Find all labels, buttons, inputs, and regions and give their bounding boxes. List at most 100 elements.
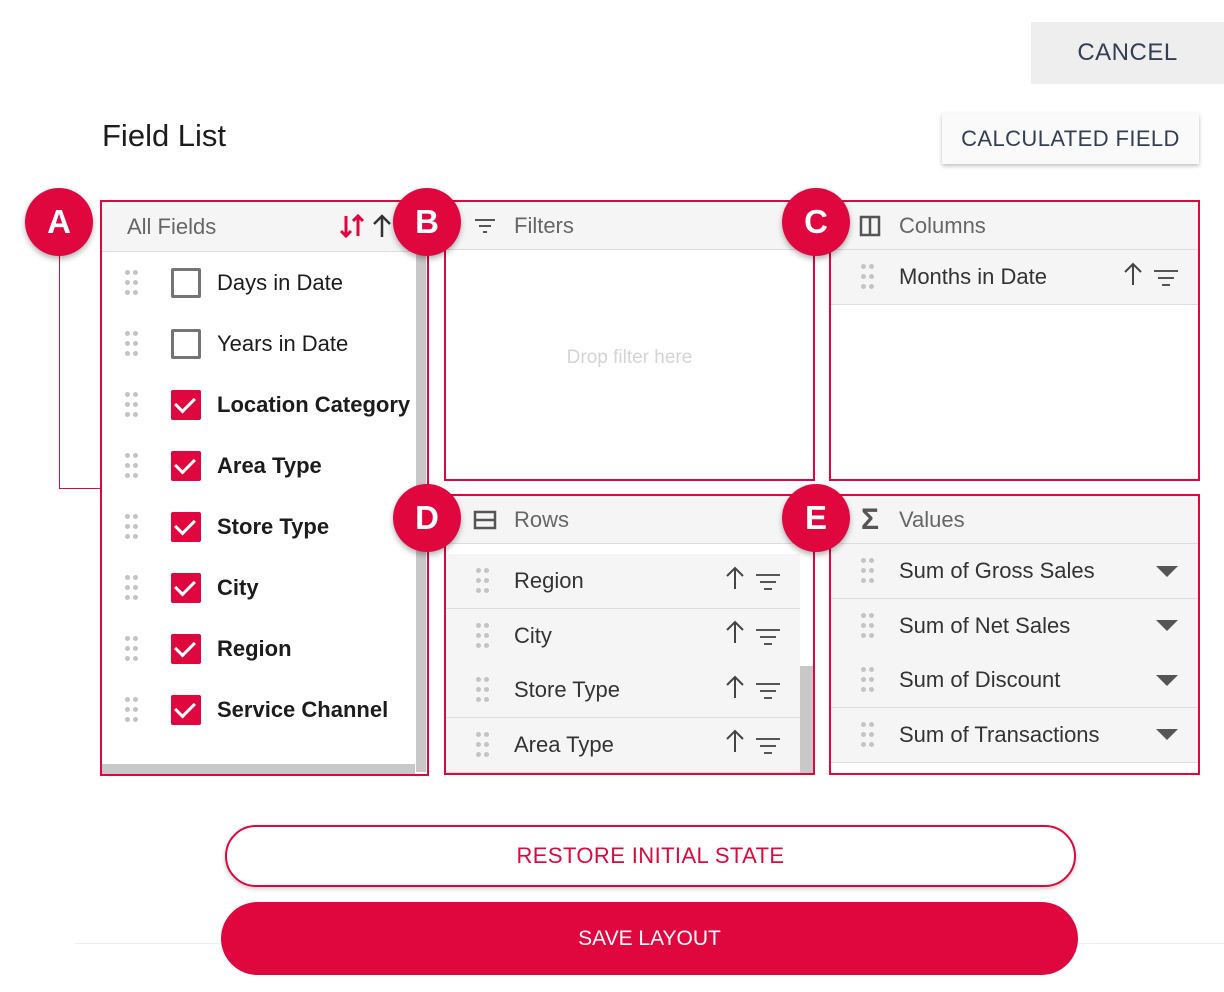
sort-ascending-icon[interactable] xyxy=(724,565,746,598)
drag-handle-icon[interactable] xyxy=(861,612,875,639)
columns-panel[interactable]: Columns Months in Date xyxy=(829,200,1200,481)
rows-title: Rows xyxy=(514,506,570,532)
field-list-item[interactable]: Service Channel xyxy=(102,679,415,740)
filter-icon[interactable] xyxy=(756,627,780,645)
filters-title: Filters xyxy=(514,212,574,238)
field-list-item[interactable]: Days in Date xyxy=(102,252,415,313)
field-checkbox[interactable] xyxy=(171,694,201,725)
filters-drop-hint: Drop filter here xyxy=(566,347,693,368)
field-checkbox[interactable] xyxy=(171,511,201,542)
filter-icon[interactable] xyxy=(756,736,780,754)
dropdown-caret-icon[interactable] xyxy=(1156,620,1178,631)
row-pill[interactable]: Region xyxy=(446,554,800,609)
badge-connector xyxy=(59,256,102,489)
all-fields-panel: All Fields Days in Date Years in Date Loca… xyxy=(100,200,429,776)
row-pill-label: City xyxy=(514,622,552,648)
field-label: City xyxy=(217,574,259,600)
drag-handle-icon[interactable] xyxy=(125,635,139,662)
badge-e: E xyxy=(782,484,850,552)
filters-header: Filters xyxy=(446,202,813,250)
sort-ascending-icon[interactable] xyxy=(1122,261,1144,294)
field-checkbox[interactable] xyxy=(171,633,201,664)
field-checkbox[interactable] xyxy=(171,572,201,603)
sort-ascending-icon[interactable] xyxy=(724,619,746,652)
field-checkbox[interactable] xyxy=(171,328,201,359)
columns-icon xyxy=(855,215,885,237)
drag-handle-icon[interactable] xyxy=(125,513,139,540)
field-label: Days in Date xyxy=(217,269,343,295)
drag-handle-icon[interactable] xyxy=(125,330,139,357)
value-pill[interactable]: Sum of Net Sales xyxy=(831,598,1198,654)
sort-ascending-icon[interactable] xyxy=(724,674,746,707)
row-pill[interactable]: Store Type xyxy=(446,663,800,718)
filter-icon[interactable] xyxy=(756,572,780,590)
value-pill[interactable]: Sum of Transactions xyxy=(831,707,1198,763)
field-checkbox[interactable] xyxy=(171,450,201,481)
field-list-item[interactable]: Store Type xyxy=(102,496,415,557)
drag-handle-icon[interactable] xyxy=(125,696,139,723)
value-pill-label: Sum of Transactions xyxy=(899,721,1100,747)
rows-scrollbar[interactable] xyxy=(800,666,813,773)
drag-handle-icon[interactable] xyxy=(125,574,139,601)
row-pill-label: Area Type xyxy=(514,731,614,757)
field-label: Service Channel xyxy=(217,696,389,722)
field-list-item[interactable]: Area Type xyxy=(102,435,415,496)
value-pill[interactable]: Sum of Gross Sales xyxy=(831,544,1198,599)
drag-handle-icon[interactable] xyxy=(861,264,875,290)
drag-handle-icon[interactable] xyxy=(861,558,875,584)
drag-handle-icon[interactable] xyxy=(861,667,875,693)
sort-toggle-icon[interactable] xyxy=(339,212,365,247)
drag-handle-icon[interactable] xyxy=(476,622,490,649)
all-fields-title: All Fields xyxy=(127,213,217,239)
badge-d: D xyxy=(393,484,461,552)
field-list-item[interactable]: Location Category xyxy=(102,374,415,435)
row-pill[interactable]: City xyxy=(446,608,800,664)
values-title: Values xyxy=(899,506,965,532)
sort-ascending-icon[interactable] xyxy=(371,212,393,247)
calculated-field-button[interactable]: CALCULATED FIELD xyxy=(942,113,1199,164)
filter-icon[interactable] xyxy=(756,681,780,699)
column-pill-label: Months in Date xyxy=(899,264,1047,289)
drag-handle-icon[interactable] xyxy=(861,721,875,748)
dropdown-caret-icon[interactable] xyxy=(1156,729,1178,740)
field-list-item[interactable]: Region xyxy=(102,618,415,679)
sort-ascending-icon[interactable] xyxy=(724,728,746,761)
restore-initial-state-button[interactable]: RESTORE INITIAL STATE xyxy=(225,825,1076,887)
badge-a: A xyxy=(25,188,93,256)
value-pill-label: Sum of Gross Sales xyxy=(899,558,1095,583)
drag-handle-icon[interactable] xyxy=(476,731,490,758)
cancel-button[interactable]: CANCEL xyxy=(1031,22,1224,84)
field-checkbox[interactable] xyxy=(171,389,201,420)
columns-header: Columns xyxy=(831,202,1198,250)
drag-handle-icon[interactable] xyxy=(125,269,139,296)
row-pill[interactable]: Area Type xyxy=(446,717,800,773)
field-list-horizontal-scrollbar[interactable] xyxy=(102,764,415,774)
field-list-item[interactable]: Years in Date xyxy=(102,313,415,374)
values-panel[interactable]: Σ Values Sum of Gross Sales Sum of Net Sa… xyxy=(829,494,1200,775)
drag-handle-icon[interactable] xyxy=(125,452,139,479)
column-pill[interactable]: Months in Date xyxy=(831,250,1198,305)
badge-c: C xyxy=(782,188,850,256)
dropdown-caret-icon[interactable] xyxy=(1156,565,1178,577)
filter-icon[interactable] xyxy=(1154,268,1178,286)
field-label: Years in Date xyxy=(217,330,349,356)
field-checkbox[interactable] xyxy=(171,267,201,298)
all-fields-header: All Fields xyxy=(102,202,427,252)
value-pill[interactable]: Sum of Discount xyxy=(831,653,1198,708)
row-pill-label: Store Type xyxy=(514,677,620,702)
filters-panel[interactable]: Filters Drop filter here xyxy=(444,200,815,481)
field-label: Location Category xyxy=(217,391,411,417)
drag-handle-icon[interactable] xyxy=(476,568,490,594)
field-list-item[interactable]: City xyxy=(102,557,415,618)
drag-handle-icon[interactable] xyxy=(125,391,139,418)
field-label: Store Type xyxy=(217,513,330,539)
field-label: Area Type xyxy=(217,452,322,478)
values-header: Σ Values xyxy=(831,496,1198,544)
rows-panel[interactable]: Rows Region City Store Type Area Type xyxy=(444,494,815,775)
page-title: Field List xyxy=(102,118,227,153)
dropdown-caret-icon[interactable] xyxy=(1156,674,1178,686)
filter-icon xyxy=(470,217,500,235)
save-layout-button[interactable]: SAVE LAYOUT xyxy=(221,902,1078,975)
sigma-icon: Σ xyxy=(860,502,879,536)
drag-handle-icon[interactable] xyxy=(476,677,490,703)
